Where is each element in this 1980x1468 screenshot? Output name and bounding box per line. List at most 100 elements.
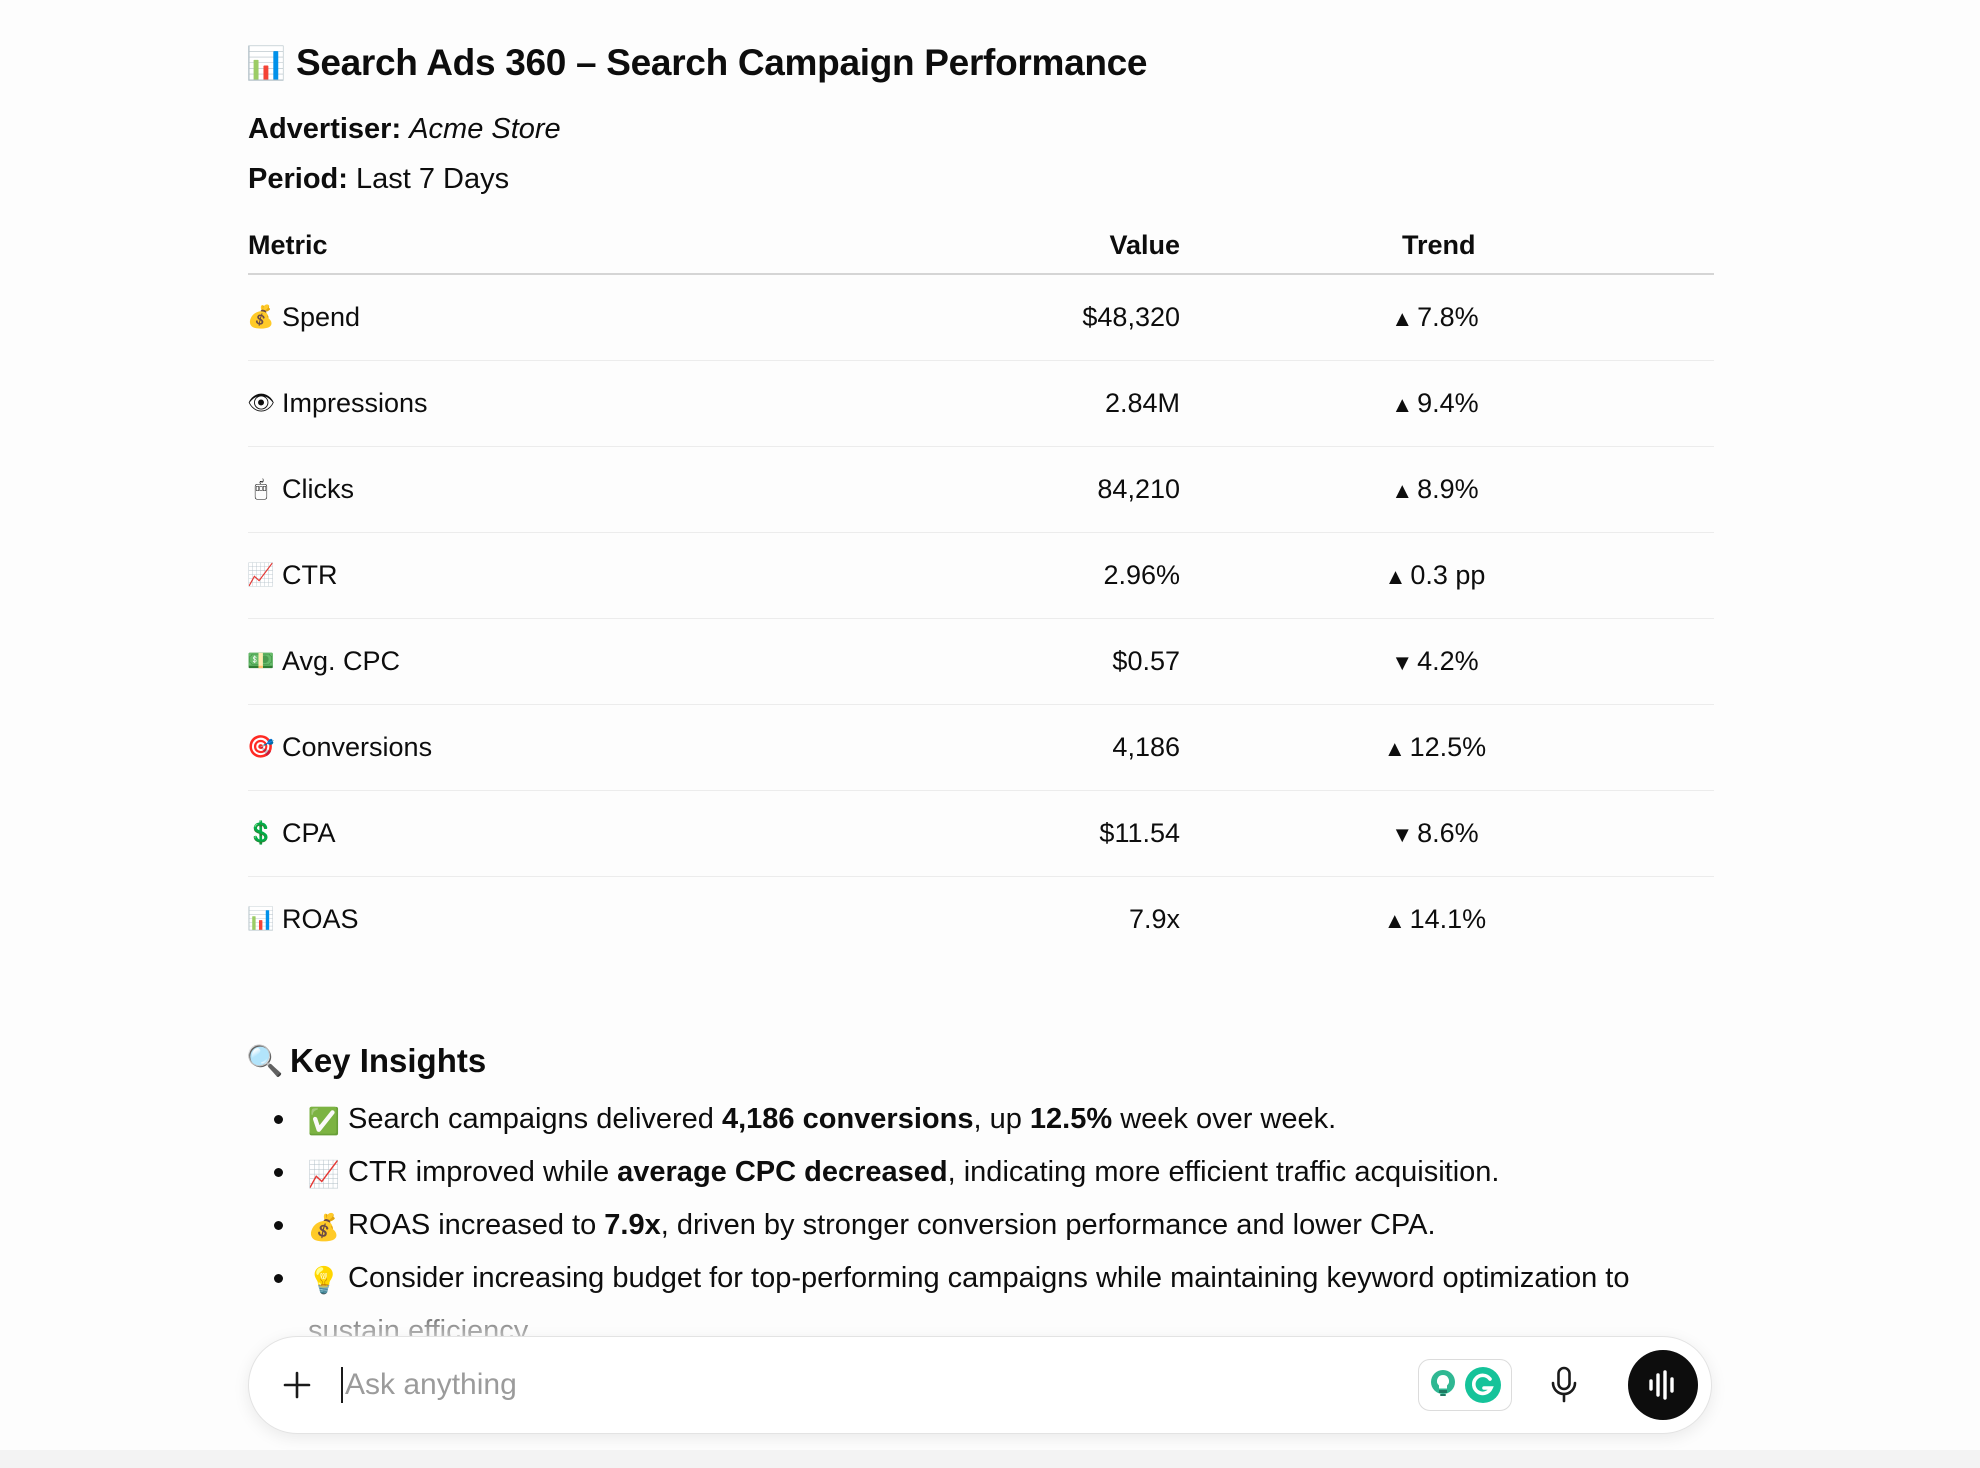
trend-value: ▼ 4.2% bbox=[1360, 646, 1510, 677]
metric-cell-content: 💲 CPA bbox=[247, 818, 948, 849]
trend-cell: ▼ 4.2% bbox=[1180, 618, 1714, 705]
trend-arrow-icon: ▲ bbox=[1391, 306, 1414, 331]
metric-cell: 💰 Spend bbox=[247, 274, 948, 361]
chart-increasing-icon: 📈 bbox=[247, 563, 275, 588]
magnifier-icon: 🔍 bbox=[246, 1043, 284, 1079]
extension-icons[interactable] bbox=[1418, 1359, 1512, 1411]
target-icon: 🎯 bbox=[247, 735, 275, 760]
eye-icon: 👁 bbox=[247, 391, 275, 416]
trend-cell: ▲ 14.1% bbox=[1180, 877, 1714, 963]
metric-name: Spend bbox=[282, 302, 361, 332]
header-metric: Metric bbox=[248, 217, 948, 275]
dollar-banknote-icon: 💵 bbox=[247, 649, 275, 674]
trend-percent: 0.3 pp bbox=[1410, 560, 1486, 590]
metric-cell: 📈 CTR bbox=[247, 532, 948, 619]
trend-value: ▲ 14.1% bbox=[1360, 904, 1510, 935]
value-cell: 7.9x bbox=[1128, 904, 1180, 934]
bar-chart-icon: 📊 bbox=[247, 907, 275, 932]
trend-value: ▼ 8.6% bbox=[1360, 818, 1510, 849]
table-row: 🎯 Conversions 4,186 ▲ 12.5% bbox=[247, 704, 1714, 791]
metric-cell: 👁 Impressions bbox=[247, 360, 948, 447]
voice-waveform-icon bbox=[1649, 1370, 1674, 1400]
value-cell: 2.84M bbox=[948, 360, 1180, 447]
metric-cell-content: 💰 Spend bbox=[247, 302, 948, 333]
insight-emphasis: 12.5% bbox=[1029, 1103, 1113, 1135]
insight-text: ROAS increased to bbox=[348, 1209, 605, 1241]
metric-cell: 🖱 Clicks bbox=[248, 446, 948, 533]
metrics-table-body: 💰 Spend $48,320 ▲ 7.8% 👁 Impressions 2.84M ▲ 9.4%… bbox=[247, 274, 1714, 963]
value-cell: $48,320 bbox=[948, 274, 1180, 361]
table-row: 🖱 Clicks 84,210 ▲ 8.9% bbox=[248, 446, 1714, 533]
metric-name: Conversions bbox=[282, 732, 433, 762]
advertiser-line: Advertiser: Acme Store bbox=[248, 105, 1714, 153]
dictate-button[interactable] bbox=[1540, 1361, 1588, 1409]
trend-cell: ▲ 0.3 pp bbox=[1180, 532, 1714, 619]
insight-emphasis: 4,186 conversions bbox=[721, 1103, 974, 1135]
header-value: Value bbox=[948, 217, 1180, 275]
insights-heading: 🔍 Key Insights bbox=[246, 1036, 1714, 1086]
trend-cell: ▲ 8.9% bbox=[1180, 446, 1714, 533]
metric-cell-content: 📈 CTR bbox=[247, 560, 948, 591]
trend-percent: 14.1% bbox=[1409, 904, 1487, 934]
add-attachment-button[interactable] bbox=[273, 1361, 321, 1409]
trend-cell: ▼ 8.6% bbox=[1180, 790, 1714, 877]
trend-cell: ▲ 7.8% bbox=[1180, 274, 1714, 361]
trend-value: ▲ 0.3 pp bbox=[1360, 560, 1510, 591]
trend-value: ▲ 8.9% bbox=[1360, 474, 1510, 505]
insight-text: week over week. bbox=[1112, 1103, 1337, 1135]
trend-percent: 7.8% bbox=[1417, 302, 1479, 332]
chart-increasing-icon: 📈 bbox=[307, 1160, 341, 1190]
metric-cell-content: 🎯 Conversions bbox=[247, 732, 948, 763]
list-item: 📈 CTR improved while average CPC decrease… bbox=[274, 1147, 1714, 1200]
trend-arrow-icon: ▲ bbox=[1391, 392, 1414, 417]
table-row: 👁 Impressions 2.84M ▲ 9.4% bbox=[247, 360, 1714, 447]
metric-cell: 💵 Avg. CPC bbox=[247, 618, 948, 705]
period-label: Period: bbox=[248, 163, 348, 195]
report-content: 📊 Search Ads 360 – Search Campaign Perfo… bbox=[246, 34, 1714, 1356]
insight-emphasis: average CPC decreased bbox=[617, 1156, 948, 1188]
metric-cell-content: 🖱 Clicks bbox=[248, 474, 948, 505]
trend-value: ▲ 9.4% bbox=[1360, 388, 1510, 419]
table-row: 💰 Spend $48,320 ▲ 7.8% bbox=[247, 274, 1714, 361]
metric-cell: 📊 ROAS bbox=[247, 877, 948, 963]
trend-percent: 9.4% bbox=[1417, 388, 1479, 418]
insight-text: , driven by stronger conversion performa… bbox=[660, 1209, 1436, 1241]
trend-percent: 12.5% bbox=[1409, 732, 1487, 762]
metric-cell-content: 👁 Impressions bbox=[247, 388, 948, 419]
trend-arrow-icon: ▲ bbox=[1383, 736, 1406, 761]
dollar-sign-icon: 💲 bbox=[247, 821, 275, 846]
trend-value: ▲ 7.8% bbox=[1360, 302, 1510, 333]
insight-text: CTR improved while bbox=[348, 1156, 618, 1188]
insight-text: , up bbox=[973, 1103, 1030, 1135]
table-row: 💲 CPA $11.54 ▼ 8.6% bbox=[247, 790, 1714, 877]
advertiser-label: Advertiser: bbox=[248, 113, 402, 145]
metric-name: CPA bbox=[282, 818, 336, 848]
grammarly-icon[interactable] bbox=[1464, 1366, 1502, 1404]
trend-value: ▲ 12.5% bbox=[1360, 732, 1510, 763]
table-row: 📈 CTR 2.96% ▲ 0.3 pp bbox=[247, 532, 1714, 619]
plus-icon bbox=[283, 1371, 311, 1399]
table-row: 💵 Avg. CPC $0.57 ▼ 4.2% bbox=[247, 618, 1714, 705]
metric-name: CTR bbox=[282, 560, 338, 590]
value-cell: 2.96% bbox=[948, 532, 1180, 619]
text-caret bbox=[341, 1367, 343, 1403]
metric-cell-content: 💵 Avg. CPC bbox=[247, 646, 948, 677]
mouse-icon: 🖱 bbox=[254, 477, 268, 502]
metric-cell: 🎯 Conversions bbox=[247, 704, 948, 791]
metric-cell: 💲 CPA bbox=[247, 790, 948, 877]
money-bag-icon: 💰 bbox=[247, 305, 275, 330]
value-cell: $11.54 bbox=[948, 790, 1180, 877]
period-line: Period: Last 7 Days bbox=[248, 155, 1714, 203]
chat-composer bbox=[248, 1336, 1712, 1434]
metrics-table: Metric Value Trend 💰 Spend $48,320 ▲ 7.8% 👁 Im… bbox=[247, 217, 1714, 963]
voice-mode-button[interactable] bbox=[1628, 1350, 1698, 1420]
prompt-input[interactable] bbox=[345, 1368, 1145, 1402]
value-cell: $0.57 bbox=[948, 618, 1180, 705]
lightbulb-extension-icon[interactable] bbox=[1428, 1368, 1458, 1402]
check-mark-icon: ✅ bbox=[307, 1107, 341, 1137]
header-trend: Trend bbox=[1180, 217, 1714, 275]
bar-chart-icon: 📊 bbox=[246, 44, 286, 82]
table-header-row: Metric Value Trend bbox=[248, 217, 1714, 275]
list-item: 💰 ROAS increased to 7.9x, driven by stron… bbox=[274, 1200, 1714, 1253]
trend-percent: 8.9% bbox=[1417, 474, 1479, 504]
